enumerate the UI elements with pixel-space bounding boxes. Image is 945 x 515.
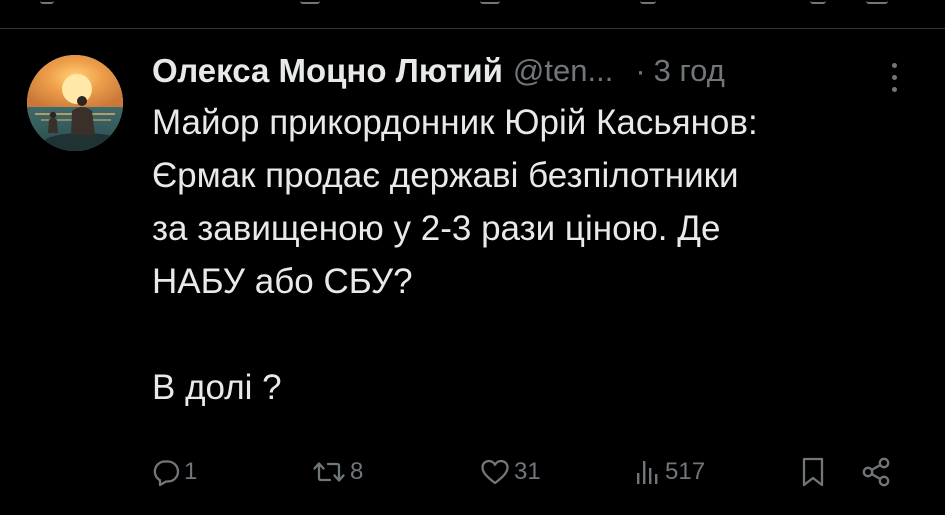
tweet-text-line: Єрмак продає державі безпілотники: [152, 156, 739, 195]
reply-count: 1: [184, 458, 198, 485]
like-count: 31: [514, 458, 541, 485]
retweet-count: 8: [350, 458, 364, 485]
previous-tweet-actions-remnant: [0, 0, 945, 10]
bookmark-button[interactable]: [800, 452, 826, 492]
tweet-text-line: НАБУ або СБУ?: [152, 262, 413, 301]
action-bar: 1 8 31 517: [0, 452, 945, 492]
display-name[interactable]: Олекса Моцно Лютий: [152, 52, 503, 90]
bookmark-icon: [800, 456, 826, 488]
more-button[interactable]: [880, 60, 910, 94]
reply-button[interactable]: 1: [152, 452, 197, 492]
tweet-text-line: В долі ?: [152, 368, 282, 407]
avatar[interactable]: [27, 55, 123, 151]
separator: ·: [635, 53, 646, 88]
like-button[interactable]: 31: [480, 452, 541, 492]
retweet-button[interactable]: 8: [312, 452, 363, 492]
share-button[interactable]: [860, 452, 892, 492]
retweet-icon: [312, 458, 346, 486]
tweet-text-blank-line: [152, 308, 912, 361]
views-icon: [635, 458, 661, 486]
tweet-body: Олекса Моцно Лютий @ten... · 3 год Майор…: [152, 48, 912, 414]
tweet-text-line: Майор прикордонник Юрій Касьянов:: [152, 103, 758, 142]
views-count: 517: [665, 458, 706, 485]
share-icon: [860, 456, 892, 488]
tweet-text: Майор прикордонник Юрій Касьянов: Єрмак …: [152, 96, 912, 414]
divider: [0, 28, 945, 29]
handle[interactable]: @ten...: [513, 53, 613, 89]
views-button[interactable]: 517: [635, 452, 705, 492]
heart-icon: [480, 458, 510, 486]
tweet-header: Олекса Моцно Лютий @ten... · 3 год: [152, 48, 912, 94]
reply-icon: [152, 458, 180, 486]
tweet-text-line: за завищеною у 2-3 рази ціною. Де: [152, 209, 721, 248]
timestamp[interactable]: 3 год: [654, 53, 725, 89]
